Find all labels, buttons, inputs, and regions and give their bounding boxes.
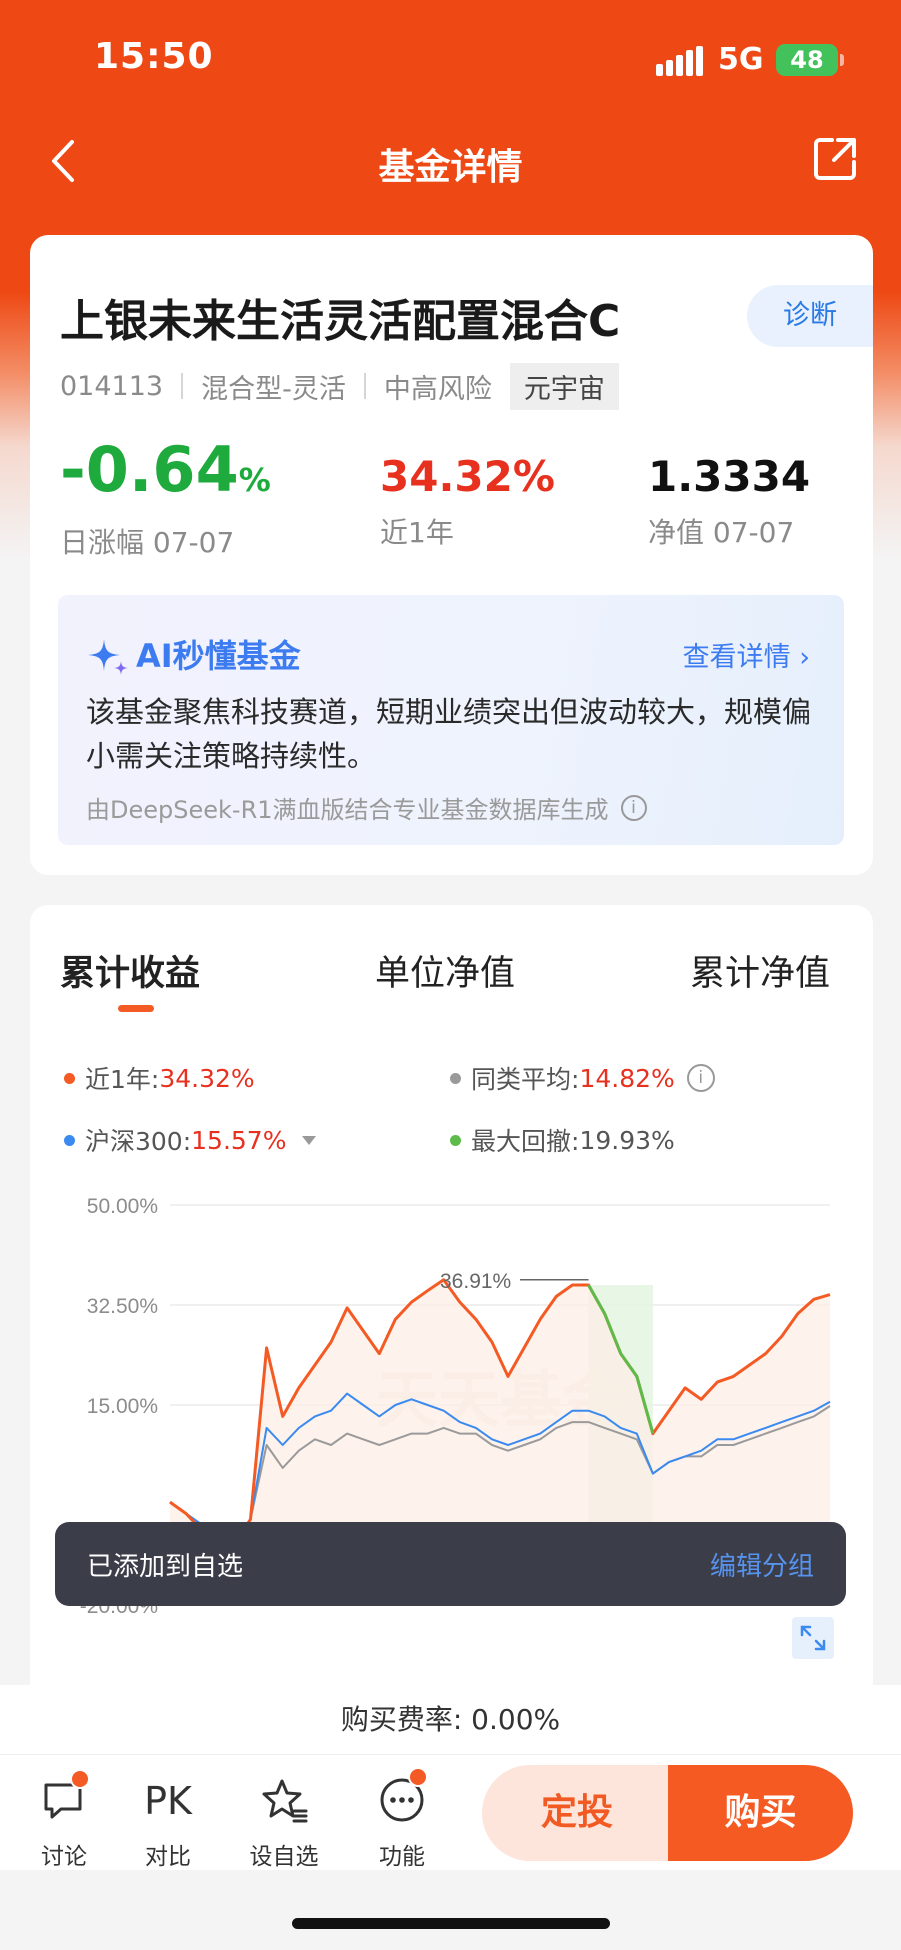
fund-meta: 014113 混合型-灵活 中高风险 元宇宙 (60, 362, 619, 410)
signal-icon (656, 46, 704, 76)
more-functions-button[interactable]: 功能 (362, 1767, 442, 1871)
ai-summary-text: 该基金聚焦科技赛道，短期业绩突出但波动较大，规模偏小需关注策略持续性。 (86, 695, 812, 773)
daily-change-label: 日涨幅 07-07 (60, 526, 235, 559)
one-year-stat: 34.32% 近1年 (380, 449, 555, 551)
ai-view-details-link[interactable]: 查看详情 › (683, 635, 810, 674)
daily-change-stat: -0.64% 日涨幅 07-07 (60, 435, 271, 561)
notification-badge (408, 1767, 428, 1787)
one-year-value: 34.32% (380, 452, 555, 501)
y-tick-label: 15.00% (87, 1395, 158, 1418)
y-tick-label: 50.00% (87, 1195, 158, 1218)
sparkle-icon (88, 639, 128, 675)
fund-theme-tag[interactable]: 元宇宙 (509, 362, 619, 410)
buy-button[interactable]: 购买 (668, 1765, 853, 1861)
fund-card: 上银未来生活灵活配置混合C 诊断 014113 混合型-灵活 中高风险 元宇宙 … (30, 235, 873, 875)
fund-type: 混合型-灵活 (201, 373, 346, 405)
return-chart[interactable]: 50.00%32.50%15.00%-20.00%天天基金36.91%-9.33… (30, 905, 873, 1745)
network-label: 5G (718, 42, 764, 77)
fund-risk: 中高风险 (383, 373, 492, 405)
discussion-label: 讨论 (41, 1844, 87, 1870)
home-indicator (292, 1918, 610, 1929)
add-watchlist-button[interactable]: 设自选 (244, 1775, 324, 1871)
chart-card: 累计收益 单位净值 累计净值 近1年: 34.32% 同类平均: 14.82% i … (30, 905, 873, 1745)
battery-icon: 48 (776, 44, 838, 76)
more-functions-label: 功能 (379, 1844, 425, 1870)
toast-message: 已添加到自选 (87, 1552, 244, 1582)
nav-stat: 1.3334 净值 07-07 (648, 449, 810, 551)
daily-change-value: -0.64 (60, 433, 239, 506)
expand-icon[interactable] (792, 1617, 834, 1659)
ai-footnote: 由DeepSeek-R1满血版结合专业基金数据库生成 i (86, 790, 647, 825)
ai-summary-panel[interactable]: AI秒懂基金 查看详情 › 该基金聚焦科技赛道，短期业绩突出但波动较大，规模偏小… (58, 595, 844, 845)
star-icon (262, 1779, 308, 1823)
fund-name: 上银未来生活灵活配置混合C (60, 296, 621, 347)
edit-group-link[interactable]: 编辑分组 (710, 1546, 814, 1583)
pk-icon: PK (144, 1779, 192, 1823)
status-bar: 15:50 5G 48 (0, 0, 901, 110)
page-title: 基金详情 (378, 147, 523, 188)
diagnose-button[interactable]: 诊断 (747, 285, 873, 347)
purchase-fee: 购买费率: 0.00% (0, 1685, 901, 1755)
info-icon[interactable]: i (620, 794, 647, 821)
max-annotation-label: 36.91% (440, 1270, 511, 1293)
home-area (0, 1870, 901, 1950)
nav-label: 净值 07-07 (648, 516, 795, 549)
share-icon[interactable] (812, 134, 860, 182)
ai-footnote-text: 由DeepSeek-R1满血版结合专业基金数据库生成 (86, 796, 609, 824)
auto-invest-button[interactable]: 定投 (482, 1765, 672, 1861)
toast: 已添加到自选 编辑分组 (55, 1522, 846, 1606)
ai-title: AI秒懂基金 (136, 637, 301, 675)
status-time: 15:50 (94, 36, 214, 77)
notification-badge (70, 1769, 90, 1789)
compare-button[interactable]: PK 对比 (128, 1775, 208, 1871)
one-year-label: 近1年 (380, 516, 454, 549)
fund-code: 014113 (60, 370, 164, 402)
add-watchlist-label: 设自选 (249, 1844, 319, 1870)
y-tick-label: 32.50% (87, 1295, 158, 1318)
nav-value: 1.3334 (648, 452, 811, 501)
discussion-button[interactable]: 讨论 (24, 1769, 104, 1871)
daily-change-unit: % (238, 461, 271, 499)
nav-bar: 基金详情 (0, 120, 901, 200)
compare-label: 对比 (145, 1844, 191, 1870)
bottom-action-bar: 讨论 PK 对比 设自选 功能 定投 购买 (0, 1755, 901, 1870)
